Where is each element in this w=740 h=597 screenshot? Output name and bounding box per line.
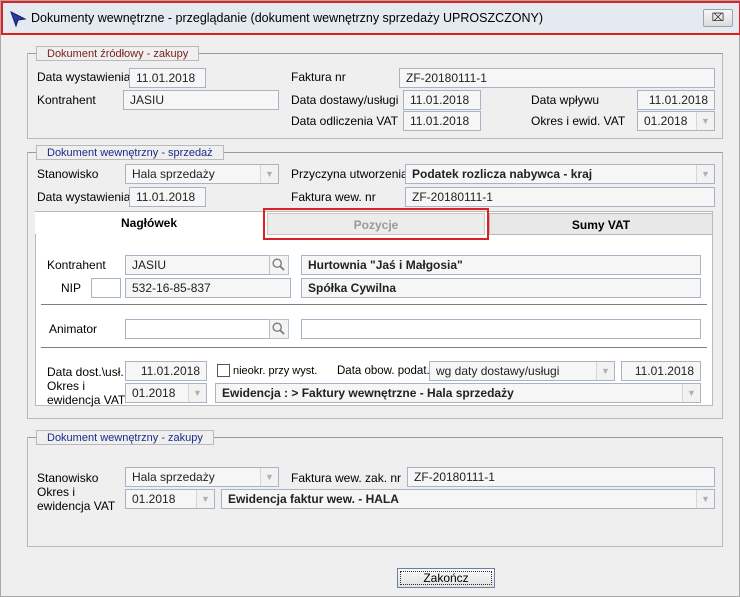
sale-issue-date-label: Data wystawienia	[37, 190, 131, 204]
source-delivery-date-field: 11.01.2018	[403, 90, 481, 110]
sale-station-value: Hala sprzedaży	[132, 167, 215, 181]
tab-vat-sums-label: Sumy VAT	[571, 218, 631, 232]
source-issue-date-label: Data wystawienia	[37, 70, 131, 84]
source-contractor-label: Kontrahent	[37, 93, 96, 107]
purchase-register-select[interactable]: Ewidencja faktur wew. - HALA ▼	[221, 489, 715, 509]
chevron-down-icon: ▼	[696, 112, 714, 130]
chevron-down-icon: ▼	[196, 490, 214, 508]
tab-register-select[interactable]: Ewidencja : > Faktury wewnętrzne - Hala …	[215, 383, 701, 403]
sale-group-legend: Dokument wewnętrzny - sprzedaż	[36, 145, 224, 160]
chevron-down-icon: ▼	[682, 384, 700, 402]
tab-period-value: 01.2018	[132, 386, 176, 400]
chevron-down-icon: ▼	[696, 490, 714, 508]
source-contractor-field: JASIU	[123, 90, 279, 110]
dialog-window: Dokumenty wewnętrzne - przeglądanie (dok…	[0, 0, 740, 597]
tab-nip-label: NIP	[61, 281, 82, 295]
chevron-down-icon: ▼	[260, 468, 278, 486]
purchase-station-select[interactable]: Hala sprzedaży ▼	[125, 467, 279, 487]
source-group-legend: Dokument źródłowy - zakupy	[36, 46, 200, 61]
chevron-down-icon: ▼	[188, 384, 206, 402]
sale-station-select[interactable]: Hala sprzedaży ▼	[125, 164, 279, 184]
separator-line	[41, 347, 707, 348]
tab-period-label-2: ewidencja VAT	[47, 393, 126, 407]
source-issue-date-field: 11.01.2018	[129, 68, 206, 88]
tax-date-field: 11.01.2018	[621, 361, 701, 381]
source-receipt-date-label: Data wpływu	[531, 93, 600, 107]
unspecified-label: nieokr. przy wyst.	[233, 365, 318, 377]
sale-invoice-no-label: Faktura wew. nr	[291, 190, 376, 204]
tab-contractor-label: Kontrahent	[47, 258, 106, 272]
chevron-down-icon: ▼	[596, 362, 614, 380]
finish-button-label: Zakończ	[423, 571, 469, 585]
tab-contractor-name-field: Hurtownia "Jaś i Małgosia"	[301, 255, 701, 275]
purchase-period-label-1: Okres i	[37, 485, 76, 499]
window-title: Dokumenty wewnętrzne - przeglądanie (dok…	[31, 11, 543, 25]
source-vat-period-label: Okres i ewid. VAT	[531, 114, 626, 128]
separator-line	[41, 304, 707, 305]
source-invoice-no-label: Faktura nr	[291, 70, 346, 84]
tab-register-value: Ewidencja : > Faktury wewnętrzne - Hala …	[222, 386, 514, 400]
source-vat-deduction-label: Data odliczenia VAT	[291, 114, 398, 128]
source-vat-period-value: 01.2018	[644, 114, 688, 128]
sale-issue-date-field: 11.01.2018	[129, 187, 206, 207]
purchase-period-label-2: ewidencja VAT	[37, 499, 116, 513]
tab-header[interactable]: Nagłówek	[35, 212, 263, 234]
source-vat-deduction-field: 11.01.2018	[403, 111, 481, 131]
search-icon	[272, 258, 285, 271]
tax-date-label: Data obow. podat.	[337, 365, 430, 377]
tab-delivery-date-label: Data dost.\usł.	[47, 365, 124, 379]
tax-date-mode-select[interactable]: wg daty dostawy/usługi ▼	[429, 361, 615, 381]
tab-period-label-1: Okres i	[47, 379, 86, 393]
tab-animator-label: Animator	[49, 322, 98, 336]
close-icon: ⌧	[711, 12, 725, 24]
tab-animator-name-field[interactable]	[301, 319, 701, 339]
tax-date-mode-value: wg daty dostawy/usługi	[436, 364, 560, 378]
source-receipt-date-field: 11.01.2018	[637, 90, 715, 110]
chevron-down-icon: ▼	[696, 165, 714, 183]
close-button[interactable]: ⌧	[703, 9, 733, 27]
sale-invoice-no-field: ZF-20180111-1	[405, 187, 715, 207]
tab-contractor-field: JASIU	[125, 255, 271, 275]
app-icon	[10, 10, 27, 28]
animator-search-button[interactable]	[269, 319, 289, 339]
source-vat-period-select[interactable]: 01.2018 ▼	[637, 111, 715, 131]
title-bar: Dokumenty wewnętrzne - przeglądanie (dok…	[1, 1, 740, 35]
purchase-period-value: 01.2018	[132, 492, 176, 506]
tab-vat-sums[interactable]: Sumy VAT	[489, 213, 713, 235]
tab-delivery-date-field: 11.01.2018	[125, 361, 207, 381]
purchase-group-legend: Dokument wewnętrzny - zakupy	[36, 430, 214, 445]
sale-reason-value: Podatek rozlicza nabywca - kraj	[412, 167, 593, 181]
finish-button[interactable]: Zakończ	[397, 568, 495, 588]
purchase-invoice-field: ZF-20180111-1	[407, 467, 715, 487]
purchase-station-label: Stanowisko	[37, 471, 99, 485]
contractor-search-button[interactable]	[269, 255, 289, 275]
purchase-station-value: Hala sprzedaży	[132, 470, 215, 484]
tab-nip-field: 532-16-85-837	[125, 278, 291, 298]
tab-company-type-field: Spółka Cywilna	[301, 278, 701, 298]
source-invoice-no-field: ZF-20180111-1	[399, 68, 715, 88]
sale-reason-label: Przyczyna utworzenia	[291, 167, 408, 181]
sale-reason-select[interactable]: Podatek rozlicza nabywca - kraj ▼	[405, 164, 715, 184]
unspecified-checkbox[interactable]	[217, 364, 230, 377]
chevron-down-icon: ▼	[260, 165, 278, 183]
purchase-period-select[interactable]: 01.2018 ▼	[125, 489, 215, 509]
purchase-invoice-label: Faktura wew. zak. nr	[291, 471, 402, 485]
source-delivery-date-label: Data dostawy/usługi	[291, 93, 399, 107]
search-icon	[272, 322, 285, 335]
tab-animator-field[interactable]	[125, 319, 271, 339]
tab-header-label: Nagłówek	[120, 216, 177, 230]
nip-prefix-field[interactable]	[91, 278, 121, 298]
tab-items-highlight	[263, 208, 489, 240]
purchase-register-value: Ewidencja faktur wew. - HALA	[228, 492, 399, 506]
sale-station-label: Stanowisko	[37, 167, 99, 181]
tab-period-select[interactable]: 01.2018 ▼	[125, 383, 207, 403]
